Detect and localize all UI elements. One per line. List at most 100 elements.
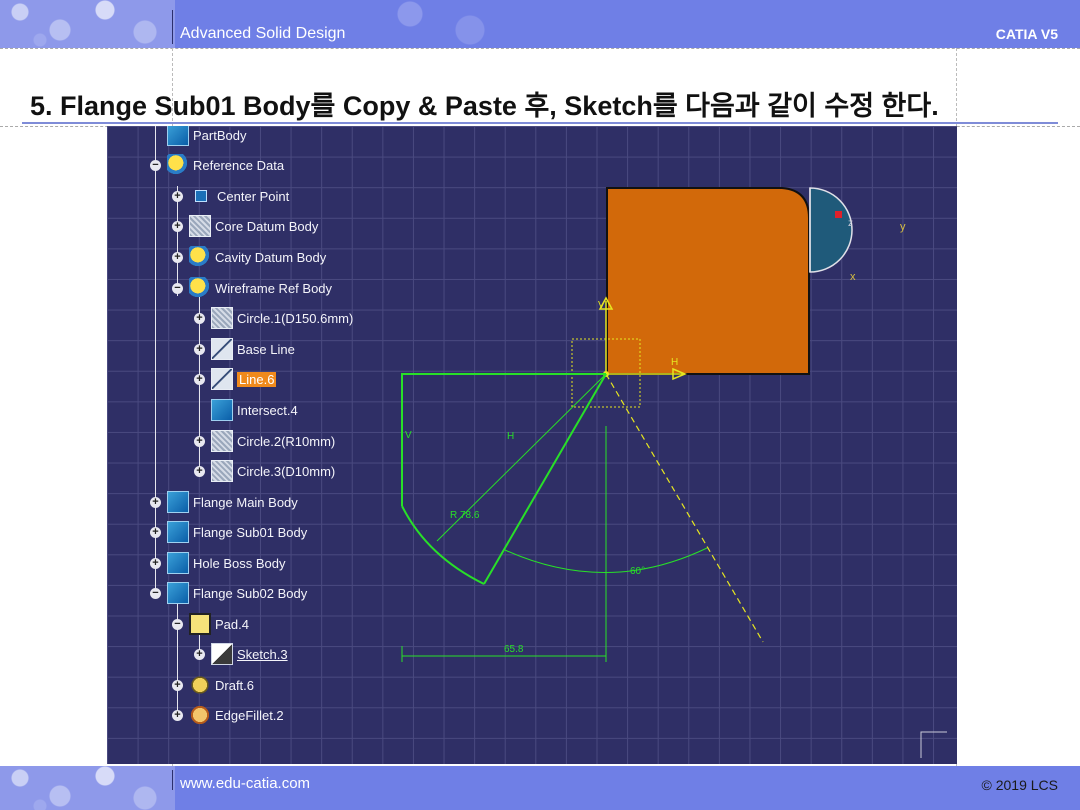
tree-item-label: Center Point <box>217 188 290 204</box>
circle-icon <box>211 307 233 329</box>
tree-item-flange-sub02-body[interactable]: Flange Sub02 Body <box>167 582 307 604</box>
tree-item-circle-2[interactable]: Circle.2(R10mm) <box>211 430 335 452</box>
header-band: Advanced Solid Design CATIA V5 <box>0 0 1080 48</box>
circle-icon <box>211 460 233 482</box>
construction-line[interactable] <box>605 373 764 643</box>
collapse-toggle[interactable]: − <box>150 588 161 599</box>
tree-item-hole-boss-body[interactable]: Hole Boss Body <box>167 552 286 574</box>
intersect-icon <box>211 399 233 421</box>
expand-toggle[interactable]: + <box>172 191 183 202</box>
h-axis-label: H <box>671 357 678 368</box>
tree-item-label: PartBody <box>193 127 247 143</box>
expand-toggle[interactable]: + <box>172 710 183 721</box>
tree-item-label: Base Line <box>237 341 295 357</box>
tree-item-label: Flange Main Body <box>193 494 298 510</box>
expand-toggle[interactable]: + <box>150 558 161 569</box>
expand-toggle[interactable]: + <box>150 527 161 538</box>
tree-item-circle-1[interactable]: Circle.1(D150.6mm) <box>211 307 353 329</box>
footer-decoration <box>0 766 175 810</box>
expand-toggle[interactable]: + <box>194 436 205 447</box>
compass-icon[interactable] <box>809 187 853 273</box>
header-separator <box>172 10 173 44</box>
sketch-icon <box>211 643 233 665</box>
tree-item-line-6[interactable]: Line.6 <box>211 368 277 390</box>
sketch-radial-line[interactable] <box>483 373 607 585</box>
specification-tree[interactable]: PartBody − Reference Data + Center Point… <box>107 126 407 764</box>
geometrical-set-icon <box>189 246 211 268</box>
tree-item-edge-fillet-2[interactable]: EdgeFillet.2 <box>189 704 284 726</box>
tree-item-label: Cavity Datum Body <box>215 249 327 265</box>
tree-item-center-point[interactable]: Center Point <box>189 185 289 207</box>
sketch-profile-outline[interactable] <box>401 373 606 506</box>
expand-toggle[interactable]: + <box>172 252 183 263</box>
expand-toggle[interactable]: + <box>194 466 205 477</box>
body-icon <box>167 552 189 574</box>
body-icon <box>167 582 189 604</box>
compass-z: z <box>848 218 853 229</box>
expand-toggle[interactable]: + <box>172 221 183 232</box>
tree-item-partbody[interactable]: PartBody <box>167 126 246 146</box>
tree-item-base-line[interactable]: Base Line <box>211 338 295 360</box>
tree-item-label: Wireframe Ref Body <box>215 280 333 296</box>
guide-line-top <box>0 48 1080 49</box>
tree-connector <box>177 186 178 296</box>
collapse-toggle[interactable]: − <box>172 619 183 630</box>
tree-item-label: Circle.2(R10mm) <box>237 433 336 449</box>
heading-underline <box>22 122 1058 124</box>
website-link[interactable]: www.edu-catia.com <box>180 775 310 792</box>
tree-item-pad-4[interactable]: Pad.4 <box>189 613 249 635</box>
edge-fillet-icon <box>189 704 211 726</box>
tree-item-flange-main-body[interactable]: Flange Main Body <box>167 491 298 513</box>
header-decoration-bubbles <box>380 0 520 48</box>
tree-item-label: Hole Boss Body <box>193 555 286 571</box>
pad-icon <box>189 613 211 635</box>
tree-item-label: Pad.4 <box>215 616 249 632</box>
expand-toggle[interactable]: + <box>194 374 205 385</box>
slide-heading: 5. Flange Sub01 Body를 Copy & Paste 후, Sk… <box>30 91 939 121</box>
tree-item-draft-6[interactable]: Draft.6 <box>189 674 254 696</box>
circle-icon <box>211 430 233 452</box>
product-title: CATIA V5 <box>995 26 1058 42</box>
tree-item-label: Core Datum Body <box>215 218 319 234</box>
tree-item-label: Circle.1(D150.6mm) <box>237 310 354 326</box>
expand-toggle[interactable]: + <box>194 313 205 324</box>
angle-dimension[interactable]: 60° <box>630 566 645 577</box>
tree-item-flange-sub01-body[interactable]: Flange Sub01 Body <box>167 521 307 543</box>
tree-item-circle-3[interactable]: Circle.3(D10mm) <box>211 460 335 482</box>
body-icon <box>167 521 189 543</box>
view-axis-icon <box>920 731 947 758</box>
course-title: Advanced Solid Design <box>180 25 346 42</box>
geometrical-set-icon <box>189 277 211 299</box>
solid-face[interactable] <box>606 187 810 375</box>
h-constraint-label: H <box>507 431 514 442</box>
tree-item-intersect-4[interactable]: Intersect.4 <box>211 399 298 421</box>
collapse-toggle[interactable]: − <box>150 160 161 171</box>
body-icon <box>167 126 189 146</box>
collapse-toggle[interactable]: − <box>172 283 183 294</box>
tree-item-wireframe-ref-body[interactable]: Wireframe Ref Body <box>189 277 332 299</box>
expand-toggle[interactable]: + <box>194 344 205 355</box>
tree-item-cavity-datum-body[interactable]: Cavity Datum Body <box>189 246 326 268</box>
copyright: © 2019 LCS <box>981 777 1058 793</box>
radius-dimension[interactable]: R 78.6 <box>450 510 480 521</box>
catia-viewport[interactable]: z y x H V H V R 78.6 60° 65.8 PartBody −… <box>107 126 957 764</box>
tree-item-label: Sketch.3 <box>237 646 288 662</box>
compass-y: y <box>900 221 906 233</box>
expand-toggle[interactable]: + <box>150 497 161 508</box>
tree-item-label: Reference Data <box>193 157 285 173</box>
expand-toggle[interactable]: + <box>194 649 205 660</box>
expand-toggle[interactable]: + <box>172 680 183 691</box>
point-icon <box>195 190 207 202</box>
tree-item-sketch-3[interactable]: Sketch.3 <box>211 643 288 665</box>
body-icon <box>167 491 189 513</box>
footer-separator <box>172 770 173 790</box>
tree-item-label: Flange Sub01 Body <box>193 524 308 540</box>
compass-origin-icon <box>835 211 842 218</box>
width-dimension[interactable]: 65.8 <box>504 644 524 655</box>
tree-item-label: Intersect.4 <box>237 402 298 418</box>
body-icon <box>167 154 189 176</box>
tree-item-reference-data[interactable]: Reference Data <box>167 154 284 176</box>
footer-band: www.edu-catia.com © 2019 LCS <box>0 766 1080 810</box>
line-icon <box>211 338 233 360</box>
tree-item-core-datum-body[interactable]: Core Datum Body <box>189 215 318 237</box>
